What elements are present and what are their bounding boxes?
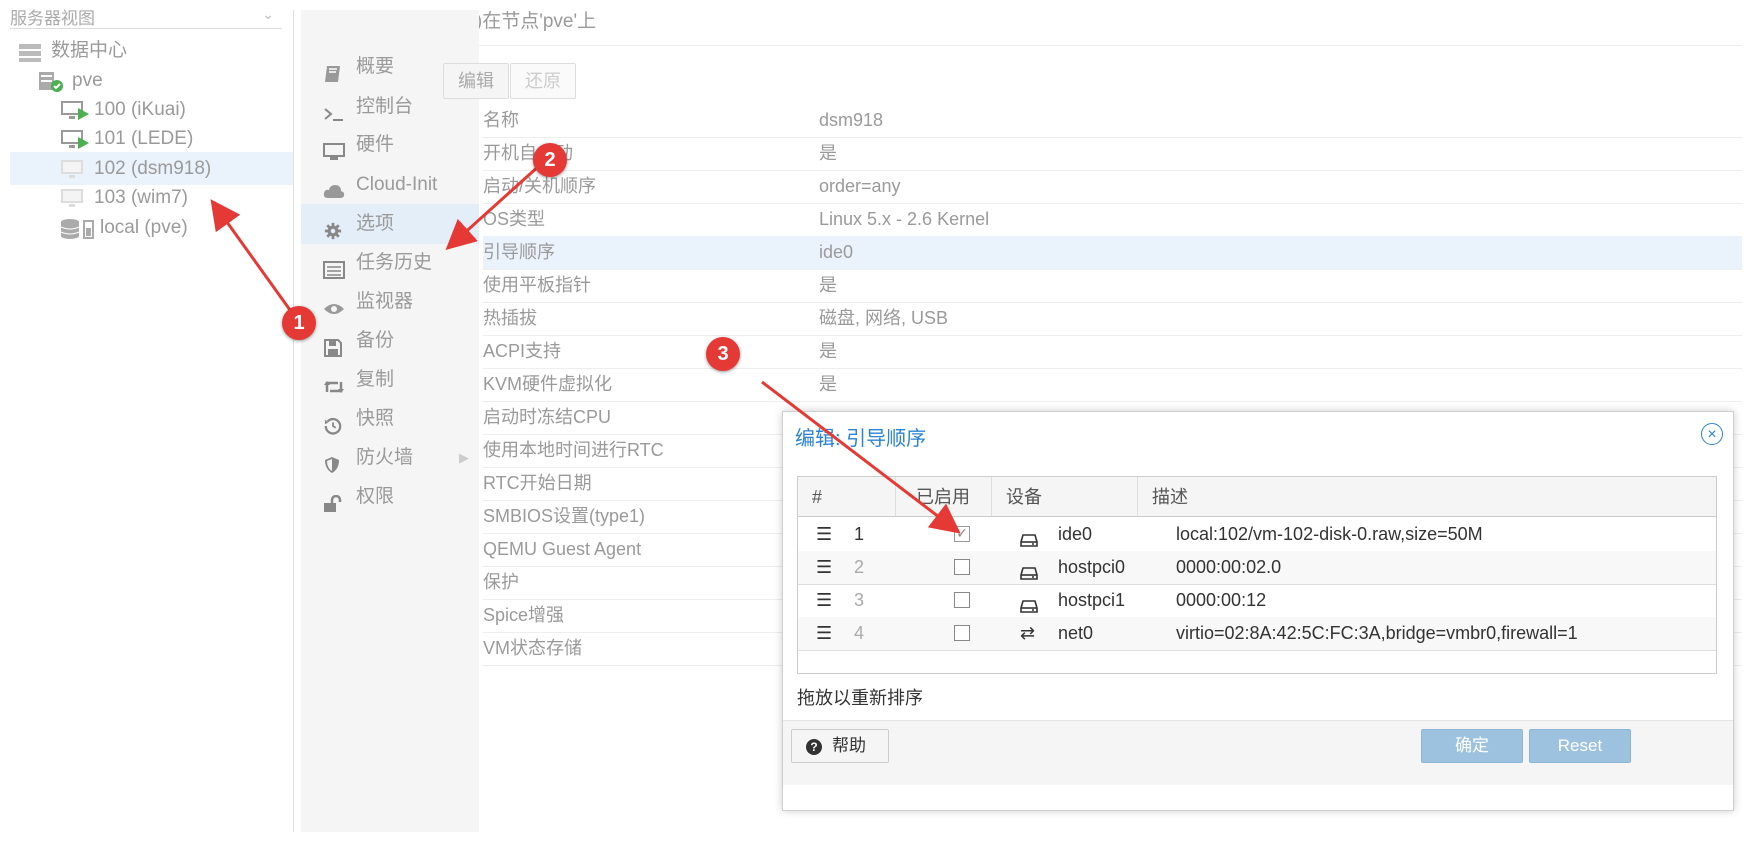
annotation-arrow-3 <box>761 380 961 534</box>
annotation-badge-3: 3 <box>706 337 740 371</box>
annotation-arrow-1 <box>210 199 292 311</box>
annotation-arrows <box>210 163 961 534</box>
annotation-badge-2: 2 <box>533 143 567 177</box>
annotation-arrow-2 <box>445 163 542 251</box>
annotation-badge-1: 1 <box>282 306 316 340</box>
